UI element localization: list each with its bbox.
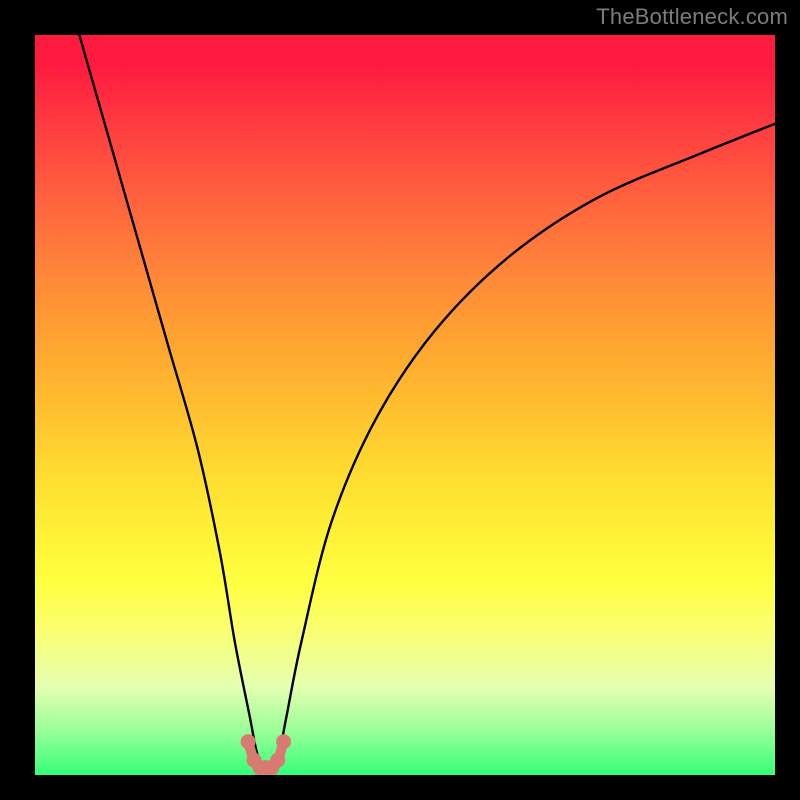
curve-layer [35,35,775,775]
highlight-dot [241,734,256,749]
watermark-text: TheBottleneck.com [596,4,788,30]
highlight-dot [270,753,285,768]
chart-frame: TheBottleneck.com [0,0,800,800]
highlight-dot [276,734,291,749]
bottleneck-curve [79,35,775,769]
plot-area [35,35,775,775]
highlight-minimum [241,734,292,775]
